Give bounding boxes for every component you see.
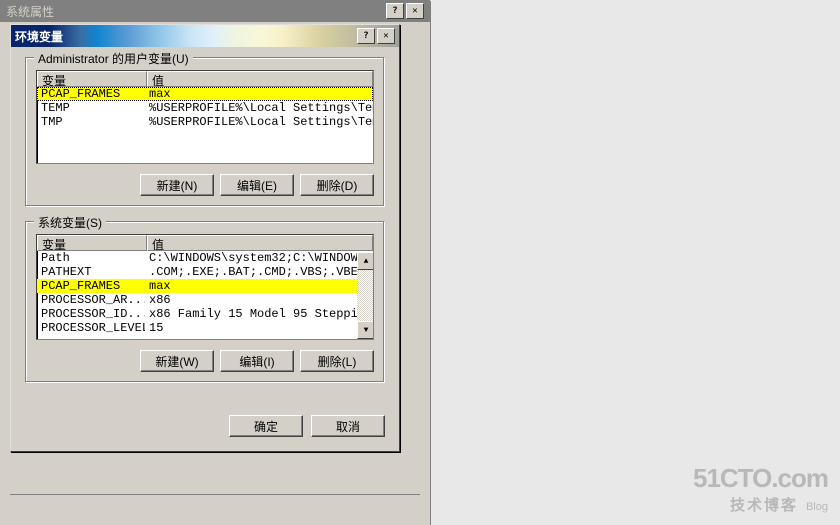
delete-user-var-button[interactable]: 删除(D) — [300, 174, 374, 196]
scrollbar-vertical[interactable]: ▲ ▼ — [357, 252, 373, 339]
list-header: 变量 值 — [37, 235, 373, 251]
watermark: 51CTO.com 技术博客 Blog — [693, 463, 828, 515]
new-user-var-button[interactable]: 新建(N) — [140, 174, 214, 196]
var-value: C:\WINDOWS\system32;C:\WINDOWS;... — [145, 251, 373, 265]
user-vars-legend: Administrator 的用户变量(U) — [34, 50, 193, 67]
var-name: PROCESSOR_LEVEL — [37, 321, 145, 335]
user-variables-group: Administrator 的用户变量(U) 变量 值 PCAP_FRAMESm… — [25, 57, 385, 207]
help-button[interactable]: ? — [386, 3, 404, 19]
list-item[interactable]: PROCESSOR_ID...x86 Family 15 Model 95 St… — [37, 307, 373, 321]
list-item[interactable]: TMP%USERPROFILE%\Local Settings\Temp — [37, 115, 373, 129]
col-variable[interactable]: 变量 — [37, 235, 147, 251]
var-name: TEMP — [37, 101, 145, 115]
parent-dialog-bottom — [10, 494, 420, 525]
list-item[interactable]: PCAP_FRAMESmax — [37, 279, 373, 293]
scroll-track[interactable] — [357, 270, 373, 321]
col-variable[interactable]: 变量 — [37, 71, 147, 87]
new-sys-var-button[interactable]: 新建(W) — [140, 350, 214, 372]
col-value[interactable]: 值 — [147, 235, 373, 251]
list-item[interactable]: PROCESSOR_LEVEL15 — [37, 321, 373, 335]
env-titlebar[interactable]: 环境变量 ? ✕ — [11, 25, 399, 47]
cancel-button[interactable]: 取消 — [311, 415, 385, 437]
system-variables-list[interactable]: 变量 值 PathC:\WINDOWS\system32;C:\WINDOWS;… — [36, 234, 374, 340]
var-value: %USERPROFILE%\Local Settings\Temp — [145, 115, 373, 129]
scroll-down-icon[interactable]: ▼ — [357, 321, 374, 339]
var-value: x86 Family 15 Model 95 Stepping... — [145, 307, 373, 321]
var-value: %USERPROFILE%\Local Settings\Temp — [145, 101, 373, 115]
var-value: 15 — [145, 321, 373, 335]
edit-sys-var-button[interactable]: 编辑(I) — [220, 350, 294, 372]
var-name: PATHEXT — [37, 265, 145, 279]
var-name: TMP — [37, 115, 145, 129]
var-name: PROCESSOR_AR... — [37, 293, 145, 307]
var-value: .COM;.EXE;.BAT;.CMD;.VBS;.VBE;... — [145, 265, 373, 279]
var-name: PCAP_FRAMES — [37, 279, 145, 293]
list-item[interactable]: PATHEXT.COM;.EXE;.BAT;.CMD;.VBS;.VBE;... — [37, 265, 373, 279]
environment-variables-dialog: 环境变量 ? ✕ Administrator 的用户变量(U) 变量 值 PCA… — [10, 24, 400, 452]
var-name: PCAP_FRAMES — [37, 87, 145, 101]
watermark-tagline: 技术博客 — [730, 497, 798, 514]
edit-user-var-button[interactable]: 编辑(E) — [220, 174, 294, 196]
close-button[interactable]: ✕ — [406, 3, 424, 19]
list-item[interactable]: TEMP%USERPROFILE%\Local Settings\Temp — [37, 101, 373, 115]
parent-title: 系统属性 — [6, 3, 54, 20]
close-button[interactable]: ✕ — [377, 28, 395, 44]
var-value: x86 — [145, 293, 373, 307]
list-item[interactable]: PathC:\WINDOWS\system32;C:\WINDOWS;... — [37, 251, 373, 265]
var-name: Path — [37, 251, 145, 265]
var-value: max — [145, 87, 373, 101]
env-title: 环境变量 — [15, 28, 63, 45]
ok-button[interactable]: 确定 — [229, 415, 303, 437]
scroll-up-icon[interactable]: ▲ — [357, 252, 374, 270]
system-variables-group: 系统变量(S) 变量 值 PathC:\WINDOWS\system32;C:\… — [25, 221, 385, 383]
list-header: 变量 值 — [37, 71, 373, 87]
help-button[interactable]: ? — [357, 28, 375, 44]
user-variables-list[interactable]: 变量 值 PCAP_FRAMESmaxTEMP%USERPROFILE%\Loc… — [36, 70, 374, 164]
col-value[interactable]: 值 — [147, 71, 373, 87]
list-item[interactable]: PCAP_FRAMESmax — [37, 87, 373, 101]
parent-titlebar: 系统属性 ? ✕ — [0, 0, 430, 22]
var-value: max — [145, 279, 373, 293]
system-properties-dialog: 系统属性 ? ✕ 环境变量 ? ✕ Administrator 的用户变量(U)… — [0, 0, 430, 525]
var-name: PROCESSOR_ID... — [37, 307, 145, 321]
watermark-blog: Blog — [806, 501, 828, 513]
delete-sys-var-button[interactable]: 删除(L) — [300, 350, 374, 372]
watermark-logo: 51CTO.com — [693, 463, 828, 494]
sys-vars-legend: 系统变量(S) — [34, 214, 106, 231]
list-item[interactable]: PROCESSOR_AR...x86 — [37, 293, 373, 307]
